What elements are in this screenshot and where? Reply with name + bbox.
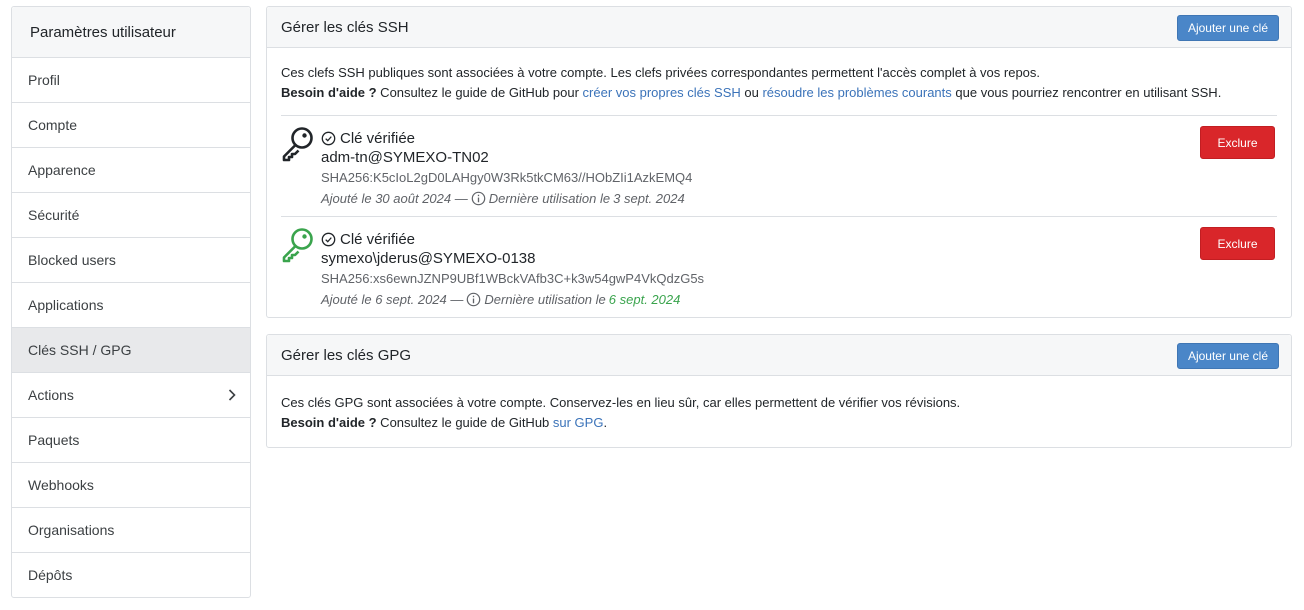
- delete-ssh-key-button[interactable]: Exclure: [1200, 126, 1275, 159]
- sidebar-item-label: Blocked users: [28, 252, 116, 268]
- gpg-help-line: Besoin d'aide ? Consultez le guide de Gi…: [281, 413, 1277, 433]
- sidebar-item-label: Apparence: [28, 162, 96, 178]
- info-icon: [471, 191, 486, 206]
- sidebar-item-label: Actions: [28, 387, 74, 403]
- ssh-key-list: Clé vérifiée adm-tn@SYMEXO-TN02 SHA256:K5c…: [281, 115, 1277, 317]
- ssh-key-info: Clé vérifiée symexo\jderus@SYMEXO-0138 SHA…: [321, 229, 704, 309]
- added-date: Ajouté le 30 août 2024 —: [321, 191, 468, 206]
- ssh-key-name: symexo\jderus@SYMEXO-0138: [321, 250, 536, 267]
- sidebar-title: Paramètres utilisateur: [12, 7, 250, 58]
- troubleshoot-ssh-link[interactable]: résoudre les problèmes courants: [762, 85, 951, 100]
- chevron-right-icon: [228, 373, 236, 417]
- ssh-key-info: Clé vérifiée adm-tn@SYMEXO-TN02 SHA256:K5c…: [321, 128, 692, 208]
- sidebar-item-label: Applications: [28, 297, 104, 313]
- key-icon: [281, 227, 315, 263]
- sidebar-item-label: Paquets: [28, 432, 80, 448]
- ssh-key-dates: Ajouté le 30 août 2024 — Dernière utilisa…: [321, 189, 692, 208]
- ssh-help-bold: Besoin d'aide ?: [281, 85, 377, 100]
- ssh-desc-line: Ces clefs SSH publiques sont associées à…: [281, 65, 1041, 80]
- sidebar-item[interactable]: Paquets: [12, 418, 250, 463]
- gpg-panel-body: Ces clés GPG sont associées à votre comp…: [267, 376, 1291, 447]
- ssh-key-name: adm-tn@SYMEXO-TN02: [321, 149, 489, 166]
- delete-ssh-key-button[interactable]: Exclure: [1200, 227, 1275, 260]
- ssh-key-fingerprint: SHA256:K5cIoL2gD0LAHgy0W3Rk5tkCM63//HObZ…: [321, 170, 693, 185]
- ssh-keys-panel: Gérer les clés SSH Ajouter une clé Ces c…: [266, 6, 1292, 318]
- key-icon: [281, 126, 315, 162]
- sidebar-item[interactable]: Dépôts: [12, 553, 250, 597]
- gpg-panel-header: Gérer les clés GPG Ajouter une clé: [267, 335, 1291, 376]
- ssh-help-text1: Consultez le guide de GitHub pour: [376, 85, 583, 100]
- verified-label: Clé vérifiée: [340, 129, 416, 147]
- verified-status: Clé vérifiée: [321, 128, 692, 148]
- last-used-date: 6 sept. 2024: [608, 292, 681, 307]
- check-circle-icon: [321, 131, 336, 146]
- verified-label: Clé vérifiée: [340, 230, 416, 248]
- sidebar-item[interactable]: Actions: [12, 373, 250, 418]
- ssh-panel-header: Gérer les clés SSH Ajouter une clé: [267, 7, 1291, 48]
- added-date: Ajouté le 6 sept. 2024 —: [321, 292, 464, 307]
- ssh-key-row: Clé vérifiée symexo\jderus@SYMEXO-0138 SHA…: [281, 216, 1277, 317]
- ssh-panel-title: Gérer les clés SSH: [281, 19, 409, 36]
- ssh-key-fingerprint: SHA256:xs6ewnJZNP9UBf1WBckVAfb3C+k3w54gw…: [321, 271, 705, 286]
- ssh-help-text3: que vous pourriez rencontrer en utilisan…: [951, 85, 1222, 100]
- last-used-label: Dernière utilisation le: [488, 191, 611, 206]
- sidebar-item[interactable]: Compte: [12, 103, 250, 148]
- gpg-help-text1: Consultez le guide de GitHub: [376, 415, 553, 430]
- sidebar-item-label: Compte: [28, 117, 78, 133]
- gpg-help-bold: Besoin d'aide ?: [281, 415, 377, 430]
- sidebar-item[interactable]: Webhooks: [12, 463, 250, 508]
- ssh-help-text2: ou: [740, 85, 763, 100]
- sidebar-item[interactable]: Applications: [12, 283, 250, 328]
- add-ssh-key-button[interactable]: Ajouter une clé: [1176, 15, 1279, 41]
- gpg-guide-link[interactable]: sur GPG: [553, 415, 604, 430]
- sidebar-item-label: Profil: [28, 72, 60, 88]
- info-icon: [466, 292, 481, 307]
- sidebar-item-label: Sécurité: [28, 207, 80, 223]
- gpg-panel-title: Gérer les clés GPG: [281, 347, 412, 364]
- check-circle-icon: [321, 232, 336, 247]
- sidebar-item-label: Clés SSH / GPG: [28, 342, 132, 358]
- sidebar-items: Profil Compte Apparence Sécurité Blocked use…: [12, 58, 250, 597]
- sidebar-item[interactable]: Profil: [12, 58, 250, 103]
- sidebar-item-label: Webhooks: [28, 477, 94, 493]
- sidebar-item[interactable]: Sécurité: [12, 193, 250, 238]
- sidebar-item-label: Dépôts: [28, 567, 73, 583]
- gpg-keys-panel: Gérer les clés GPG Ajouter une clé Ces c…: [266, 334, 1292, 448]
- last-used-label: Dernière utilisation le: [484, 292, 606, 307]
- verified-status: Clé vérifiée: [321, 229, 704, 249]
- gpg-description: Ces clés GPG sont associées à votre comp…: [281, 376, 1277, 447]
- sidebar-item[interactable]: Clés SSH / GPG: [12, 328, 250, 373]
- sidebar-item[interactable]: Blocked users: [12, 238, 250, 283]
- last-used-date: 3 sept. 2024: [613, 191, 685, 206]
- ssh-key-row: Clé vérifiée adm-tn@SYMEXO-TN02 SHA256:K5c…: [281, 115, 1277, 216]
- ssh-panel-body: Ces clefs SSH publiques sont associées à…: [267, 48, 1291, 317]
- add-gpg-key-button[interactable]: Ajouter une clé: [1176, 343, 1279, 369]
- sidebar-item-label: Organisations: [28, 522, 115, 538]
- sidebar-item[interactable]: Organisations: [12, 508, 250, 553]
- settings-sidebar: Paramètres utilisateur Profil Compte Appar…: [11, 6, 251, 598]
- sidebar-item[interactable]: Apparence: [12, 148, 250, 193]
- ssh-description: Ces clefs SSH publiques sont associées à…: [281, 48, 1277, 115]
- create-ssh-keys-link[interactable]: créer vos propres clés SSH: [583, 85, 741, 100]
- ssh-help-line: Besoin d'aide ? Consultez le guide de Gi…: [281, 83, 1277, 103]
- gpg-desc-line: Ces clés GPG sont associées à votre comp…: [281, 395, 961, 410]
- ssh-key-dates: Ajouté le 6 sept. 2024 — Dernière utilisa…: [321, 290, 704, 309]
- gpg-help-text2: .: [603, 415, 608, 430]
